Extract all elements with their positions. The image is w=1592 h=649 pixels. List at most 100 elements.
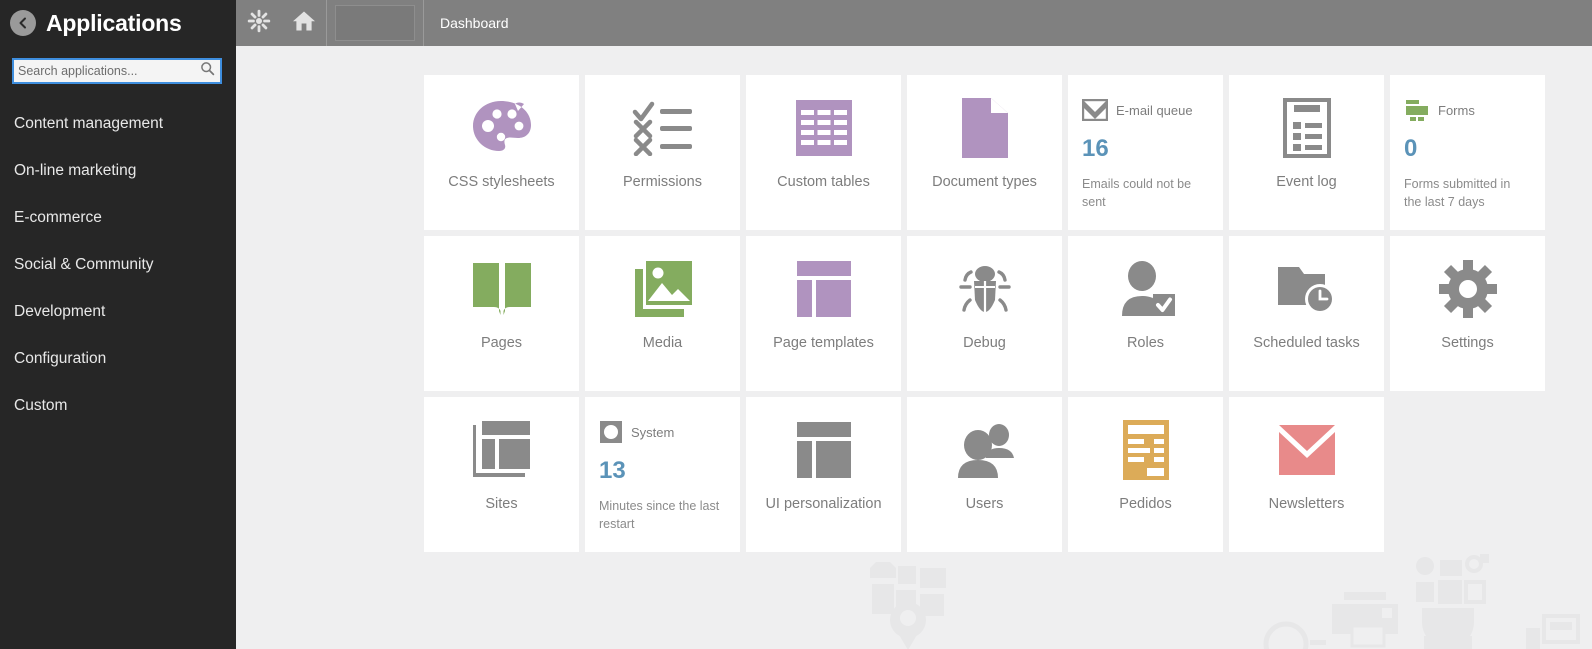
tile-label: Roles — [1126, 335, 1165, 351]
tile-label: Page templates — [773, 335, 874, 351]
sidebar-item-label: Content management — [14, 115, 164, 132]
sidebar: Applications Content management On-line … — [0, 0, 236, 649]
tab-slot-empty[interactable] — [335, 5, 415, 41]
tile-ui-personalization[interactable]: UI personalization — [746, 397, 901, 552]
top-toolbar: Dashboard — [236, 0, 1592, 46]
tile-label: Media — [642, 335, 683, 351]
table-icon — [795, 97, 852, 159]
tile-pedidos[interactable]: Pedidos — [1068, 397, 1223, 552]
open-book-icon — [472, 258, 532, 320]
stat-description: Forms submitted in the last 7 days — [1404, 177, 1511, 210]
tile-label: Pedidos — [1119, 496, 1172, 512]
tile-label: Scheduled tasks — [1253, 335, 1360, 351]
background-watermark-illustration — [236, 554, 1592, 649]
stat-number: 0 — [1404, 135, 1418, 162]
chevron-left-icon — [16, 16, 30, 30]
tile-css-stylesheets[interactable]: CSS stylesheets — [424, 75, 579, 230]
sidebar-item-content-management[interactable]: Content management — [0, 100, 236, 147]
tile-newsletters[interactable]: Newsletters — [1229, 397, 1384, 552]
gear-icon — [1438, 258, 1497, 320]
tile-users[interactable]: Users — [907, 397, 1062, 552]
tile-roles[interactable]: Roles — [1068, 236, 1223, 391]
tile-label: Users — [965, 496, 1004, 512]
tile-label: Event log — [1276, 174, 1337, 190]
asterisk-flower-icon — [247, 9, 271, 38]
tile-custom-tables[interactable]: Custom tables — [746, 75, 901, 230]
tile-label: Sites — [485, 496, 518, 512]
tile-label: CSS stylesheets — [448, 174, 555, 190]
sidebar-item-development[interactable]: Development — [0, 288, 236, 335]
tile-event-log[interactable]: Event log — [1229, 75, 1384, 230]
back-button[interactable] — [10, 10, 36, 36]
stat-header: Forms — [1404, 97, 1531, 123]
search-icon[interactable] — [200, 61, 215, 81]
sidebar-item-label: Configuration — [14, 350, 107, 367]
tile-pages[interactable]: Pages — [424, 236, 579, 391]
sites-layout-icon — [472, 419, 531, 481]
home-button[interactable] — [281, 0, 326, 46]
tile-label: Permissions — [623, 174, 702, 190]
tile-label: Pages — [480, 335, 523, 351]
tile-label: Newsletters — [1268, 496, 1345, 512]
layout-icon — [796, 258, 851, 320]
envelope-open-icon — [1278, 419, 1335, 481]
sidebar-item-label: E-commerce — [14, 209, 102, 226]
sidebar-item-label: Development — [14, 303, 106, 320]
sidebar-item-configuration[interactable]: Configuration — [0, 335, 236, 382]
palette-icon — [471, 97, 533, 159]
power-circle-icon — [599, 420, 623, 444]
sidebar-item-on-line-marketing[interactable]: On-line marketing — [0, 147, 236, 194]
order-form-icon — [1122, 419, 1169, 481]
clipboard-list-icon — [1282, 97, 1331, 159]
applications-button[interactable] — [236, 0, 281, 46]
dashboard-content: CSS stylesheets Permissions Custom table… — [236, 46, 1592, 649]
tile-scheduled-tasks[interactable]: Scheduled tasks — [1229, 236, 1384, 391]
search-input[interactable] — [18, 61, 196, 81]
folder-clock-icon — [1277, 258, 1337, 320]
search-box[interactable] — [12, 58, 222, 84]
checklist-icon — [632, 97, 694, 159]
stat-title: System — [631, 424, 675, 440]
stat-description: Minutes since the last restart — [599, 499, 720, 532]
tile-document-types[interactable]: Document types — [907, 75, 1062, 230]
tile-debug[interactable]: Debug — [907, 236, 1062, 391]
stat-header: E-mail queue — [1082, 97, 1209, 123]
stat-number: 13 — [599, 457, 626, 484]
user-check-icon — [1117, 258, 1175, 320]
stat-title: Forms — [1438, 102, 1475, 118]
stat-number: 16 — [1082, 135, 1109, 162]
sidebar-item-label: On-line marketing — [14, 162, 137, 179]
image-stack-icon — [634, 258, 692, 320]
sidebar-item-e-commerce[interactable]: E-commerce — [0, 194, 236, 241]
bug-icon — [956, 258, 1014, 320]
tile-forms[interactable]: Forms 0 Forms submitted in the last 7 da… — [1390, 75, 1545, 230]
tile-email-queue[interactable]: E-mail queue 16 Emails could not be sent — [1068, 75, 1223, 230]
envelope-icon — [1082, 99, 1108, 121]
toolbar-divider — [326, 0, 327, 46]
home-icon — [292, 10, 316, 37]
sidebar-item-social-community[interactable]: Social & Community — [0, 241, 236, 288]
document-icon — [961, 97, 1008, 159]
breadcrumb: Dashboard — [424, 0, 509, 46]
tile-settings[interactable]: Settings — [1390, 236, 1545, 391]
sidebar-nav: Content management On-line marketing E-c… — [0, 100, 236, 429]
page-title: Applications — [46, 9, 182, 36]
tile-label: Custom tables — [777, 174, 870, 190]
tile-page-templates[interactable]: Page templates — [746, 236, 901, 391]
sidebar-item-label: Custom — [14, 397, 68, 414]
applications-tile-grid: CSS stylesheets Permissions Custom table… — [424, 75, 1545, 552]
tile-permissions[interactable]: Permissions — [585, 75, 740, 230]
sidebar-item-custom[interactable]: Custom — [0, 382, 236, 429]
sidebar-header: Applications — [0, 0, 236, 46]
stat-description: Emails could not be sent — [1082, 177, 1192, 210]
tile-label: Debug — [963, 335, 1006, 351]
main-area: Dashboard CSS stylesheets Permissions Cu… — [236, 0, 1592, 649]
tile-media[interactable]: Media — [585, 236, 740, 391]
tile-system[interactable]: System 13 Minutes since the last restart — [585, 397, 740, 552]
tile-label: Settings — [1441, 335, 1494, 351]
admin-dashboard: Applications Content management On-line … — [0, 0, 1592, 649]
sidebar-item-label: Social & Community — [14, 256, 154, 273]
stat-header: System — [599, 419, 726, 445]
breadcrumb-current: Dashboard — [440, 15, 509, 31]
tile-sites[interactable]: Sites — [424, 397, 579, 552]
